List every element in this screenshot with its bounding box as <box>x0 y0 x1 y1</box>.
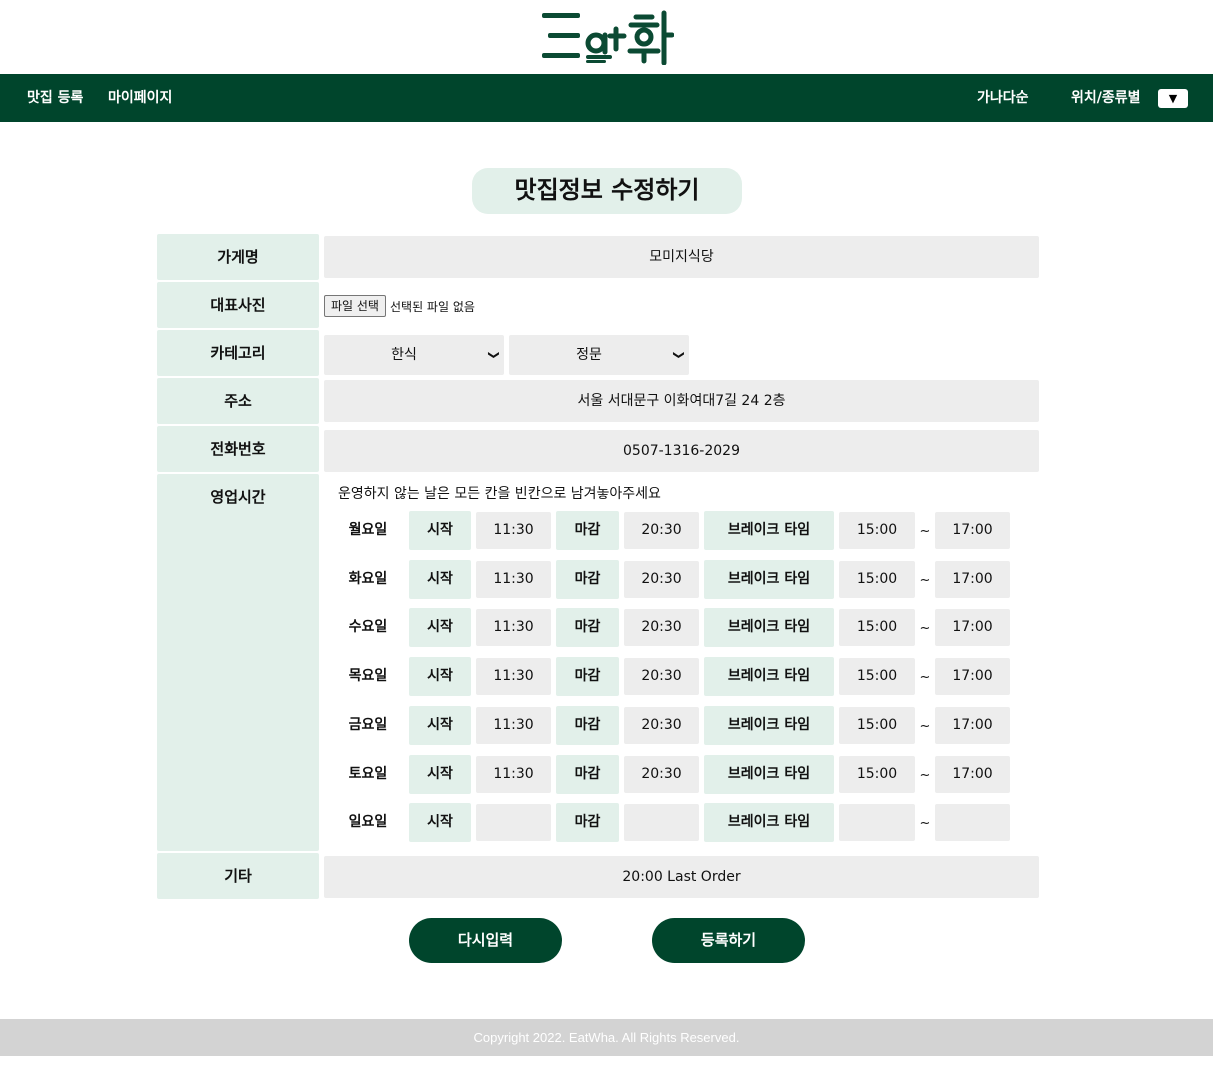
category-label: 카테고리 <box>157 330 319 376</box>
start-time-input[interactable] <box>476 804 551 841</box>
phone-input[interactable]: 0507-1316-2029 <box>324 430 1039 472</box>
end-tag: 마감 <box>556 608 619 647</box>
eatwha-logo-icon <box>541 10 674 65</box>
hours-note: 운영하지 않는 날은 모든 칸을 빈칸으로 남겨놓아주세요 <box>338 486 661 502</box>
break-start-input[interactable]: 15:00 <box>839 609 915 646</box>
break-time-tag: 브레이크 타임 <box>704 560 834 599</box>
eatwha-logo[interactable] <box>540 9 674 65</box>
end-tag: 마감 <box>556 755 619 794</box>
end-tag: 마감 <box>556 706 619 745</box>
break-end-input[interactable] <box>935 804 1010 841</box>
tilde-separator: ~ <box>919 524 931 539</box>
start-time-input[interactable]: 11:30 <box>476 707 551 744</box>
day-label: 월요일 <box>348 522 388 538</box>
break-end-input[interactable]: 17:00 <box>935 561 1010 598</box>
hours-label: 영업시간 <box>157 474 319 851</box>
tilde-separator: ~ <box>919 719 931 734</box>
nav-filter-link[interactable]: 위치/종류별 <box>1071 74 1141 122</box>
end-tag: 마감 <box>556 657 619 696</box>
category-main-select[interactable]: 한식 ❯ <box>324 335 504 375</box>
day-label: 토요일 <box>348 766 388 782</box>
start-time-input[interactable]: 11:30 <box>476 756 551 793</box>
etc-input[interactable]: 20:00 Last Order <box>324 856 1039 898</box>
category-sub-value: 정문 <box>576 347 602 363</box>
break-time-tag: 브레이크 타임 <box>704 511 834 550</box>
start-tag: 시작 <box>409 657 471 696</box>
end-time-input[interactable]: 20:30 <box>624 512 699 549</box>
break-time-tag: 브레이크 타임 <box>704 608 834 647</box>
category-sub-select[interactable]: 정문 ❯ <box>509 335 689 375</box>
break-time-tag: 브레이크 타임 <box>704 803 834 842</box>
phone-label: 전화번호 <box>157 426 319 472</box>
submit-button[interactable]: 등록하기 <box>652 918 805 963</box>
store-name-label: 가게명 <box>157 234 319 280</box>
tilde-separator: ~ <box>919 573 931 588</box>
nav-register-link[interactable]: 맛집 등록 <box>27 74 83 122</box>
photo-file-input: 파일 선택 선택된 파일 없음 <box>324 295 475 317</box>
footer-copyright: Copyright 2022. EatWha. All Rights Reser… <box>0 1019 1213 1056</box>
break-time-tag: 브레이크 타임 <box>704 755 834 794</box>
day-label: 화요일 <box>348 571 388 587</box>
start-time-input[interactable]: 11:30 <box>476 512 551 549</box>
break-end-input[interactable]: 17:00 <box>935 658 1010 695</box>
end-tag: 마감 <box>556 560 619 599</box>
category-main-value: 한식 <box>391 347 417 363</box>
file-select-button[interactable]: 파일 선택 <box>324 295 386 317</box>
end-time-input[interactable] <box>624 804 699 841</box>
break-end-input[interactable]: 17:00 <box>935 756 1010 793</box>
start-time-input[interactable]: 11:30 <box>476 658 551 695</box>
end-time-input[interactable]: 20:30 <box>624 658 699 695</box>
nav-sort-alpha-link[interactable]: 가나다순 <box>977 74 1029 122</box>
chevron-down-icon: ❯ <box>487 350 501 360</box>
tilde-separator: ~ <box>919 621 931 636</box>
break-start-input[interactable] <box>839 804 915 841</box>
store-name-input[interactable]: 모미지식당 <box>324 236 1039 278</box>
top-nav: 맛집 등록 마이페이지 가나다순 위치/종류별 ▼ <box>0 74 1213 122</box>
start-time-input[interactable]: 11:30 <box>476 609 551 646</box>
break-time-tag: 브레이크 타임 <box>704 657 834 696</box>
end-tag: 마감 <box>556 803 619 842</box>
filter-dropdown-icon[interactable]: ▼ <box>1158 89 1188 108</box>
start-tag: 시작 <box>409 755 471 794</box>
start-tag: 시작 <box>409 560 471 599</box>
header-logo-bar <box>0 0 1213 74</box>
file-status-text: 선택된 파일 없음 <box>389 299 475 314</box>
day-label: 수요일 <box>348 619 388 635</box>
end-time-input[interactable]: 20:30 <box>624 707 699 744</box>
day-label: 목요일 <box>348 668 388 684</box>
etc-label: 기타 <box>157 853 319 899</box>
page-title: 맛집정보 수정하기 <box>472 168 742 214</box>
end-time-input[interactable]: 20:30 <box>624 756 699 793</box>
break-start-input[interactable]: 15:00 <box>839 561 915 598</box>
address-input[interactable]: 서울 서대문구 이화여대7길 24 2층 <box>324 380 1039 422</box>
tilde-separator: ~ <box>919 670 931 685</box>
break-start-input[interactable]: 15:00 <box>839 658 915 695</box>
break-end-input[interactable]: 17:00 <box>935 609 1010 646</box>
break-start-input[interactable]: 15:00 <box>839 707 915 744</box>
break-end-input[interactable]: 17:00 <box>935 707 1010 744</box>
start-tag: 시작 <box>409 511 471 550</box>
day-label: 금요일 <box>348 717 388 733</box>
break-end-input[interactable]: 17:00 <box>935 512 1010 549</box>
break-start-input[interactable]: 15:00 <box>839 512 915 549</box>
start-time-input[interactable]: 11:30 <box>476 561 551 598</box>
photo-label: 대표사진 <box>157 282 319 328</box>
reset-button[interactable]: 다시입력 <box>409 918 562 963</box>
break-time-tag: 브레이크 타임 <box>704 706 834 745</box>
break-start-input[interactable]: 15:00 <box>839 756 915 793</box>
end-time-input[interactable]: 20:30 <box>624 609 699 646</box>
end-time-input[interactable]: 20:30 <box>624 561 699 598</box>
chevron-down-icon: ❯ <box>672 350 686 360</box>
start-tag: 시작 <box>409 706 471 745</box>
day-label: 일요일 <box>348 814 388 830</box>
end-tag: 마감 <box>556 511 619 550</box>
start-tag: 시작 <box>409 608 471 647</box>
tilde-separator: ~ <box>919 816 931 831</box>
address-label: 주소 <box>157 378 319 424</box>
nav-mypage-link[interactable]: 마이페이지 <box>108 74 172 122</box>
start-tag: 시작 <box>409 803 471 842</box>
tilde-separator: ~ <box>919 768 931 783</box>
